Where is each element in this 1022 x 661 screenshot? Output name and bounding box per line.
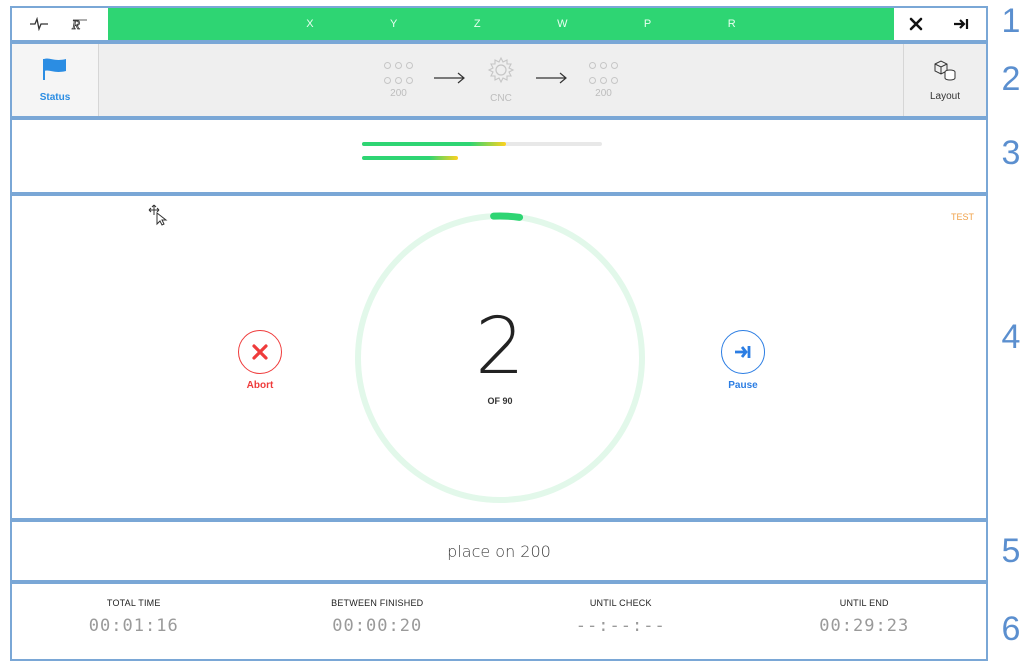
cycle-total: OF 90: [487, 396, 513, 406]
instruction-panel: place on 200: [10, 520, 988, 582]
timer-label: TOTAL TIME: [106, 598, 161, 608]
timer-value: 00:29:23: [819, 616, 910, 636]
timer-label: UNTIL CHECK: [589, 598, 652, 608]
timer-total-time: TOTAL TIME 00:01:16: [12, 584, 256, 659]
section-number-6: 6: [1001, 610, 1021, 648]
pallet-grid-icon: [384, 61, 413, 84]
timer-value: 00:00:20: [332, 616, 423, 636]
axis-label-p: P: [643, 18, 652, 30]
axis-label-z: Z: [473, 18, 481, 30]
section-number-1: 1: [1001, 2, 1021, 40]
arrow-right-icon: [535, 71, 569, 90]
progress-bar-secondary-fill: [362, 156, 458, 160]
cycle-count: 2: [475, 302, 525, 392]
target-node-label: 200: [595, 87, 612, 99]
test-mode-label: TEST: [950, 212, 974, 222]
top-right-icons: [894, 8, 986, 40]
axis-label-x: X: [306, 18, 314, 30]
flow-bar: Status 200 CNC 200 Layout: [10, 42, 988, 118]
section-number-3: 3: [1001, 134, 1021, 172]
target-node: 200: [589, 61, 618, 99]
machine-node: CNC: [487, 56, 515, 104]
close-icon[interactable]: [909, 17, 923, 31]
cycle-counter: 2 OF 90: [352, 210, 648, 506]
timer-value: --:--:--: [575, 616, 666, 636]
pallet-grid-icon: [589, 61, 618, 84]
pause-button[interactable]: Pause: [713, 330, 773, 391]
flag-icon: [42, 57, 68, 86]
r-logo-icon[interactable]: R: [71, 17, 91, 31]
layout-tab[interactable]: Layout: [903, 44, 986, 116]
svg-text:R: R: [71, 17, 80, 31]
instruction-text: place on 200: [447, 541, 551, 561]
main-panel: TEST Abort 2 OF 90 Pause: [10, 194, 988, 520]
timer-value: 00:01:16: [88, 616, 179, 636]
pulse-icon[interactable]: [29, 17, 48, 31]
status-tab[interactable]: Status: [12, 44, 99, 116]
top-bar: R X Y Z W P R: [10, 6, 988, 42]
timer-label: BETWEEN FINISHED: [331, 598, 424, 608]
progress-bar-primary: [362, 142, 602, 146]
skip-to-end-icon[interactable]: [953, 17, 971, 31]
section-number-4: 4: [1001, 318, 1021, 356]
progress-bar-secondary: [362, 156, 602, 160]
section-number-5: 5: [1001, 532, 1021, 570]
timers-panel: TOTAL TIME 00:01:16 BETWEEN FINISHED 00:…: [10, 582, 988, 661]
arrow-right-icon: [433, 71, 467, 90]
progress-ring-arc: [490, 212, 524, 221]
axis-label-y: Y: [390, 18, 398, 30]
abort-label: Abort: [246, 380, 274, 391]
machine-node-label: CNC: [490, 93, 512, 104]
timer-until-check: UNTIL CHECK --:--:--: [499, 584, 743, 659]
cubes-icon: [932, 58, 958, 87]
top-left-icons: R: [12, 8, 108, 40]
gear-icon: [487, 56, 515, 89]
pause-label: Pause: [728, 380, 758, 391]
abort-button[interactable]: Abort: [230, 330, 290, 391]
source-node-label: 200: [390, 87, 407, 99]
timer-until-end: UNTIL END 00:29:23: [743, 584, 987, 659]
timer-between-finished: BETWEEN FINISHED 00:00:20: [256, 584, 500, 659]
axis-bar: X Y Z W P R: [108, 8, 894, 40]
pause-icon: [721, 330, 765, 374]
axis-label-w: W: [557, 18, 568, 30]
progress-section: [10, 118, 988, 194]
section-number-2: 2: [1001, 60, 1021, 98]
move-cursor-icon: [148, 204, 170, 231]
status-tab-label: Status: [39, 92, 71, 103]
source-node: 200: [384, 61, 413, 99]
progress-bar-primary-fill: [362, 142, 506, 146]
abort-icon: [238, 330, 282, 374]
timer-label: UNTIL END: [839, 598, 889, 608]
process-flow: 200 CNC 200: [99, 44, 903, 116]
layout-tab-label: Layout: [929, 91, 961, 102]
axis-label-r: R: [727, 18, 736, 30]
